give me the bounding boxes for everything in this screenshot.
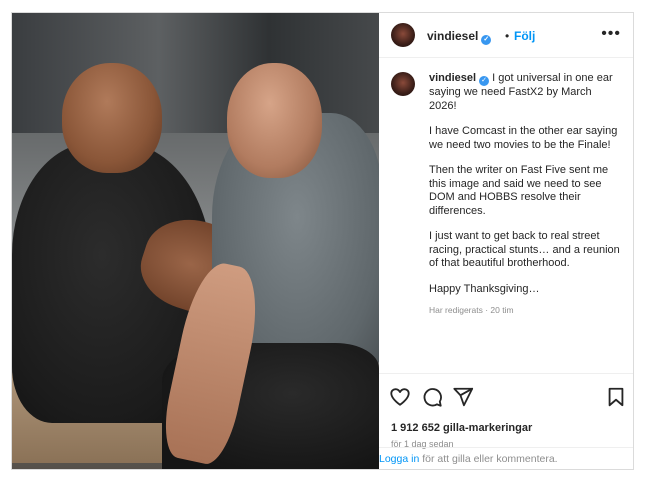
caption-paragraph-1: vindiesel ✓ I got universal in one ear sa… <box>429 72 621 113</box>
heart-icon[interactable] <box>389 386 411 408</box>
caption-paragraph-2: I have Comcast in the other ear saying w… <box>429 125 618 151</box>
photo-person-right-head <box>227 63 322 178</box>
post-photo[interactable] <box>12 13 379 469</box>
caption-paragraph-5: Happy Thanksgiving… <box>429 282 540 295</box>
likes-count[interactable]: 1 912 652 gilla-markeringar <box>391 422 532 434</box>
verified-badge-icon: ✓ <box>481 35 492 45</box>
instagram-post: vindiesel ✓ • Följ ••• vindiesel ✓ I got u… <box>11 12 634 470</box>
caption-body: vindiesel ✓ I got universal in one ear sa… <box>429 72 621 318</box>
avatar[interactable] <box>391 23 415 47</box>
comment-icon[interactable] <box>421 386 443 408</box>
login-prompt: Logga in för att gilla eller kommentera. <box>379 447 633 470</box>
caption-username[interactable]: vindiesel <box>429 72 476 84</box>
separator-dot: • <box>505 29 510 43</box>
post-username[interactable]: vindiesel ✓ <box>427 29 492 45</box>
login-link[interactable]: Logga in <box>379 453 419 465</box>
username-text[interactable]: vindiesel <box>427 29 478 43</box>
bookmark-icon[interactable] <box>605 386 627 408</box>
share-icon[interactable] <box>452 386 474 408</box>
verified-badge-icon: ✓ <box>479 76 490 86</box>
caption-avatar[interactable] <box>391 72 415 96</box>
login-prompt-text: för att gilla eller kommentera. <box>419 453 558 465</box>
caption-section: vindiesel ✓ I got universal in one ear sa… <box>379 58 633 368</box>
follow-button[interactable]: Följ <box>514 29 535 43</box>
caption-paragraph-4: I just want to get back to real street r… <box>429 230 620 269</box>
post-header: vindiesel ✓ • Följ ••• <box>379 13 633 58</box>
caption-paragraph-3: Then the writer on Fast Five sent me thi… <box>429 164 609 217</box>
post-side-panel: vindiesel ✓ • Följ ••• vindiesel ✓ I got u… <box>379 13 633 469</box>
more-options-icon[interactable]: ••• <box>601 25 621 43</box>
photo-person-left-head <box>62 63 162 173</box>
caption-meta: Har redigerats · 20 tim <box>429 305 514 315</box>
